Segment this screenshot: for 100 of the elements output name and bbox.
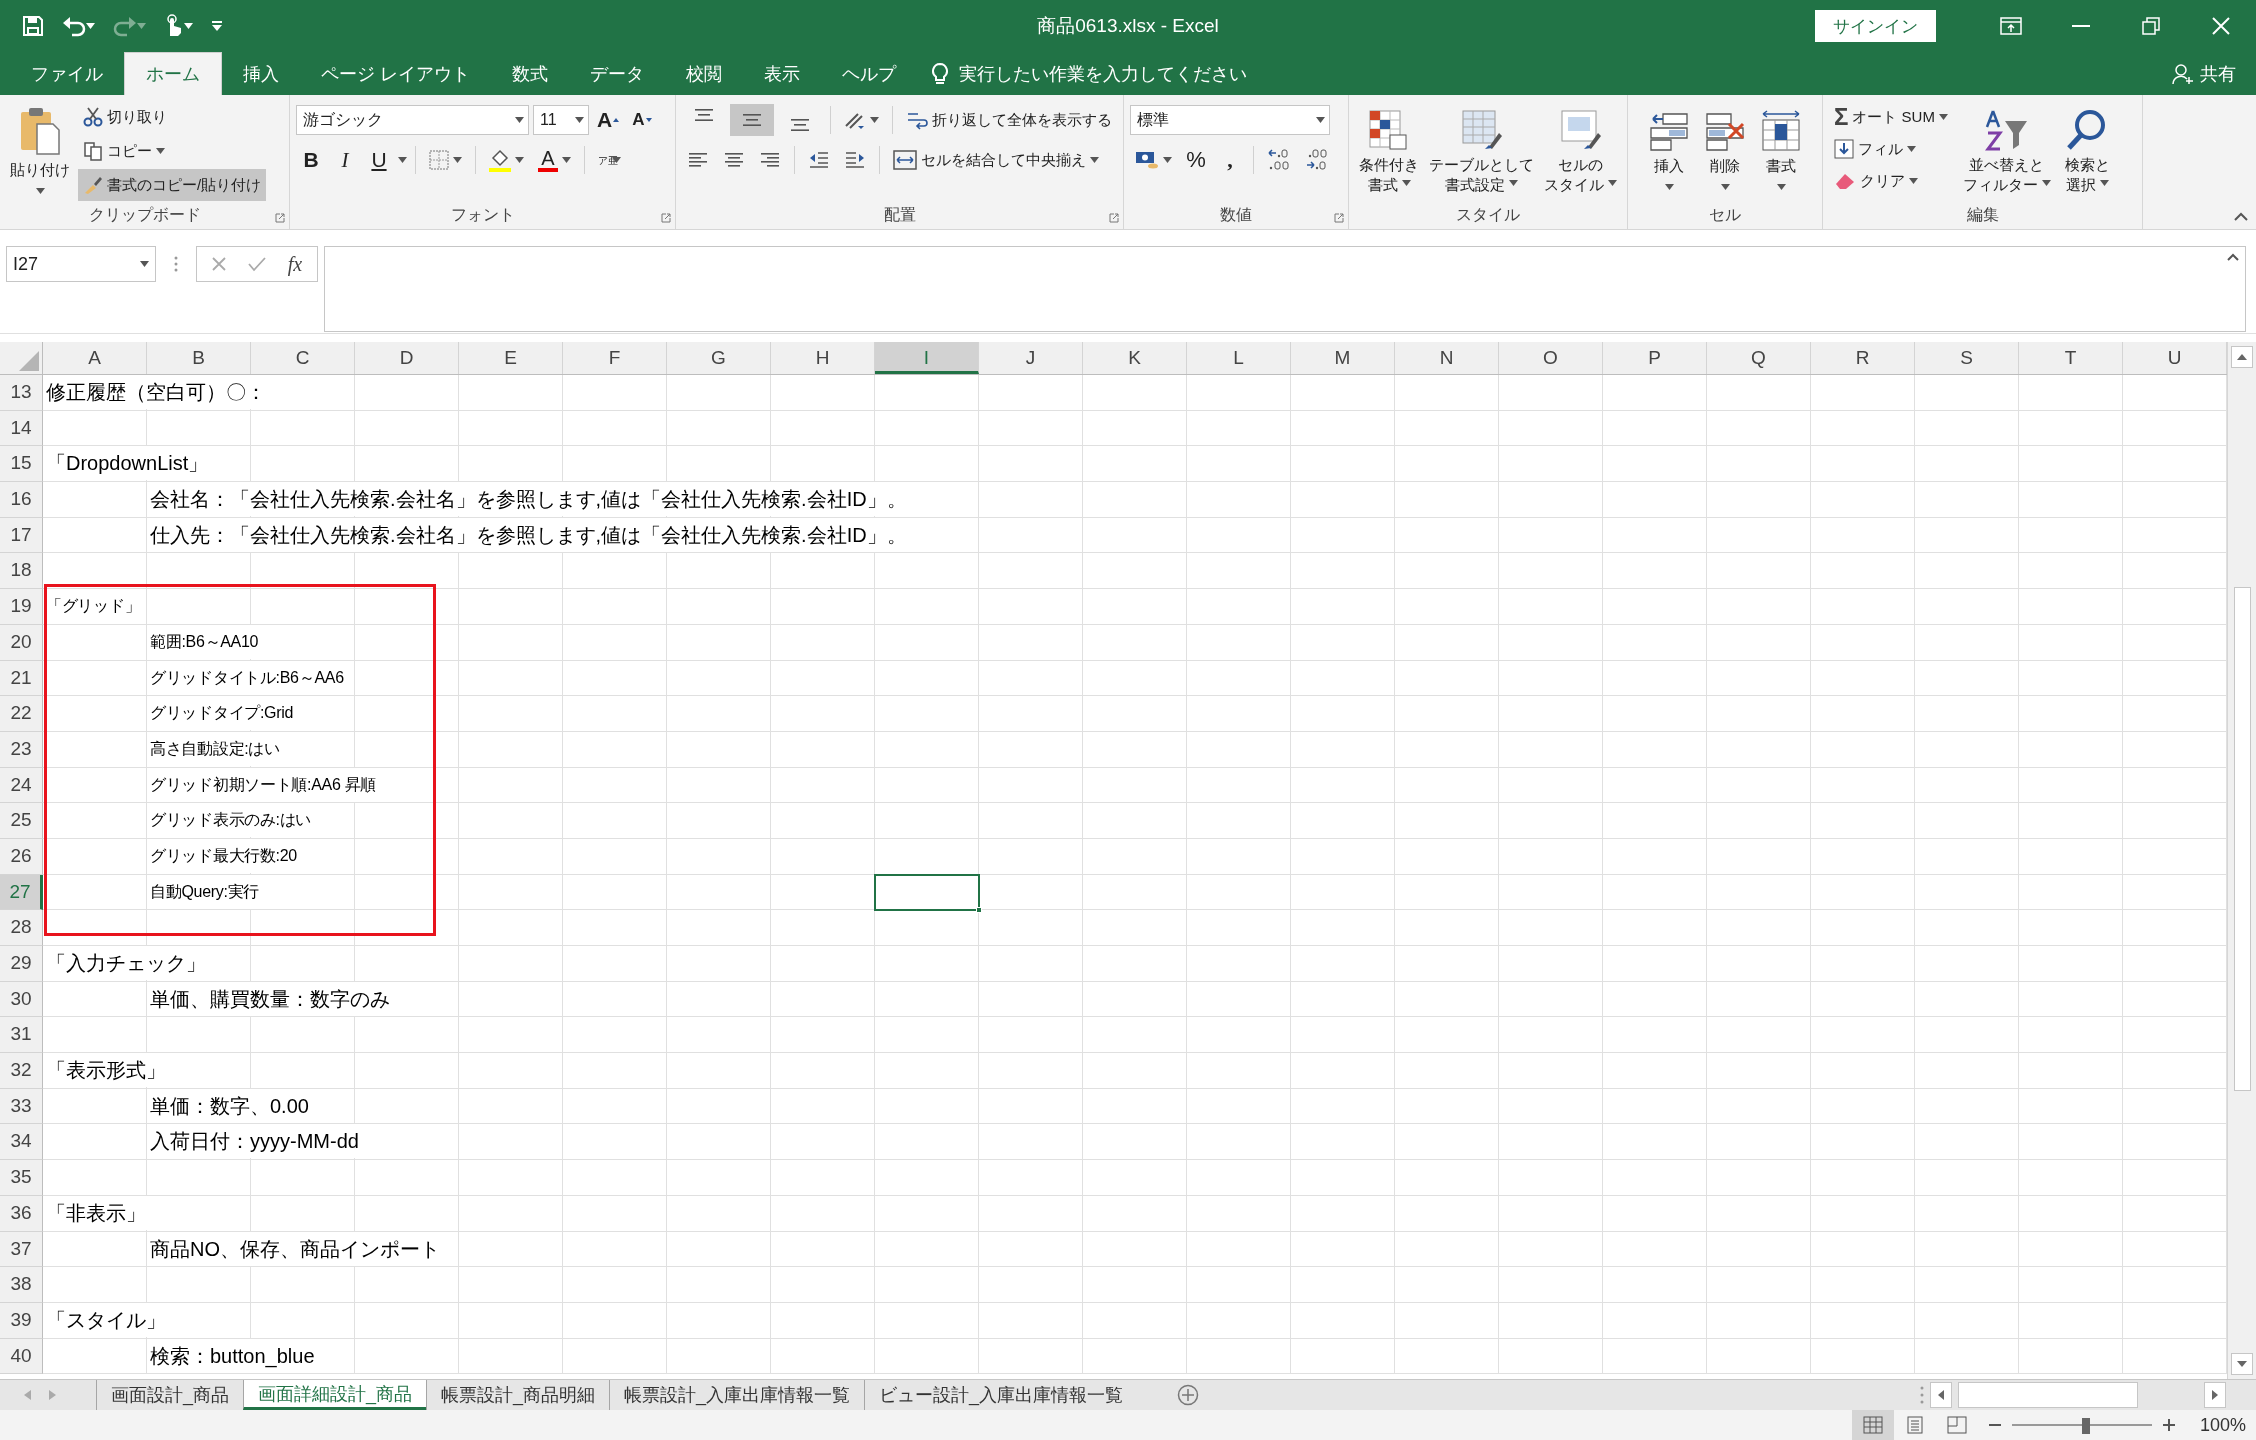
row-header[interactable]: 36	[0, 1195, 43, 1232]
column-header[interactable]: Q	[1707, 342, 1811, 374]
menu-tab[interactable]: 数式	[491, 52, 569, 95]
menu-tab[interactable]: 挿入	[222, 52, 300, 95]
column-header[interactable]: S	[1915, 342, 2019, 374]
font-name-dropdown[interactable]: 游ゴシック	[296, 105, 529, 135]
menu-tab[interactable]: ページ レイアウト	[300, 52, 491, 95]
row-header[interactable]: 24	[0, 767, 43, 804]
dialog-launcher-icon[interactable]	[661, 213, 671, 223]
row-header[interactable]: 23	[0, 731, 43, 768]
splitter-icon[interactable]	[1920, 1385, 1924, 1405]
font-size-dropdown[interactable]: 11	[533, 105, 589, 135]
sort-filter-button[interactable]: 並べ替えと フィルター	[1958, 101, 2055, 203]
row-header[interactable]: 27	[0, 874, 43, 911]
column-header[interactable]: J	[979, 342, 1083, 374]
collapse-ribbon-icon[interactable]	[2234, 212, 2248, 221]
column-header[interactable]: G	[667, 342, 771, 374]
row-header[interactable]: 28	[0, 910, 43, 946]
row-header[interactable]: 17	[0, 517, 43, 554]
scroll-thumb[interactable]	[2233, 587, 2251, 1091]
fill-button[interactable]: フィル	[1829, 133, 1953, 165]
collapse-formula-icon[interactable]	[2227, 253, 2239, 261]
dialog-launcher-icon[interactable]	[1334, 213, 1344, 223]
column-header[interactable]: N	[1395, 342, 1499, 374]
percent-button[interactable]: %	[1181, 144, 1211, 176]
row-header[interactable]: 15	[0, 446, 43, 483]
column-header[interactable]: K	[1083, 342, 1187, 374]
find-select-button[interactable]: 検索と 選択	[2060, 101, 2114, 203]
column-header[interactable]: C	[251, 342, 355, 374]
paste-button[interactable]: 貼り付け	[6, 101, 74, 203]
row-header[interactable]: 22	[0, 696, 43, 732]
row-header[interactable]: 34	[0, 1124, 43, 1161]
row-header[interactable]: 13	[0, 375, 43, 411]
scroll-right-button[interactable]	[2204, 1382, 2226, 1408]
shrink-font-button[interactable]: A	[627, 104, 657, 136]
row-header[interactable]: 35	[0, 1160, 43, 1196]
align-middle-button[interactable]	[730, 104, 774, 136]
row-header[interactable]: 31	[0, 1017, 43, 1054]
sheet-tab[interactable]: 画面詳細設計_商品	[243, 1380, 427, 1410]
row-header[interactable]: 30	[0, 981, 43, 1018]
column-header[interactable]: R	[1811, 342, 1915, 374]
insert-cells-button[interactable]: 挿入	[1645, 101, 1693, 203]
column-header[interactable]: E	[459, 342, 563, 374]
zoom-slider-thumb[interactable]	[2082, 1418, 2091, 1434]
menu-tab[interactable]: ヘルプ	[821, 52, 917, 95]
row-header[interactable]: 29	[0, 946, 43, 982]
formula-input[interactable]	[324, 246, 2246, 332]
horizontal-scroll-thumb[interactable]	[1958, 1382, 2138, 1408]
row-header[interactable]: 32	[0, 1053, 43, 1089]
menu-tab[interactable]: データ	[569, 52, 665, 95]
tell-me-box[interactable]: 実行したい作業を入力してください	[917, 52, 1261, 95]
column-header[interactable]: D	[355, 342, 459, 374]
bold-button[interactable]: B	[296, 144, 326, 176]
font-color-button[interactable]: A	[533, 144, 576, 176]
column-header[interactable]: B	[147, 342, 251, 374]
selected-cell[interactable]	[874, 873, 980, 911]
delete-cells-button[interactable]: 削除	[1701, 101, 1749, 203]
vertical-scrollbar[interactable]	[2227, 342, 2256, 1379]
clear-button[interactable]: クリア	[1829, 165, 1953, 197]
format-as-table-button[interactable]: テーブルとして 書式設定	[1425, 101, 1538, 203]
grow-font-button[interactable]: A	[593, 104, 623, 136]
format-painter-button[interactable]: 書式のコピー/貼り付け	[78, 169, 267, 201]
column-header[interactable]: I	[875, 342, 979, 374]
row-header[interactable]: 18	[0, 553, 43, 590]
underline-button[interactable]: U	[364, 144, 394, 176]
column-header[interactable]: O	[1499, 342, 1603, 374]
scroll-left-button[interactable]	[1930, 1382, 1952, 1408]
scroll-up-button[interactable]	[2231, 346, 2253, 368]
row-header[interactable]: 37	[0, 1231, 43, 1268]
dialog-launcher-icon[interactable]	[1109, 213, 1119, 223]
format-cells-button[interactable]: 書式	[1757, 101, 1805, 203]
cut-button[interactable]: 切り取り	[78, 101, 267, 133]
column-header[interactable]: L	[1187, 342, 1291, 374]
merge-center-button[interactable]: セルを結合して中央揃え	[888, 144, 1104, 176]
menu-tab[interactable]: 校閲	[665, 52, 743, 95]
column-header[interactable]: P	[1603, 342, 1707, 374]
copy-button[interactable]: コピー	[78, 135, 267, 167]
share-button[interactable]: 共有	[2172, 52, 2256, 95]
row-header[interactable]: 16	[0, 482, 43, 518]
menu-tab[interactable]: ホーム	[124, 52, 222, 95]
cell-styles-button[interactable]: セルの スタイル	[1540, 101, 1621, 203]
row-header[interactable]: 26	[0, 838, 43, 875]
name-box[interactable]: I27	[6, 246, 156, 282]
italic-button[interactable]: I	[330, 144, 360, 176]
scroll-down-button[interactable]	[2231, 1353, 2253, 1375]
zoom-level[interactable]: 100%	[2199, 1414, 2246, 1436]
menu-tab[interactable]: ファイル	[10, 52, 124, 95]
row-header[interactable]: 39	[0, 1302, 43, 1339]
row-header[interactable]: 40	[0, 1338, 43, 1375]
row-header[interactable]: 20	[0, 624, 43, 661]
column-header[interactable]: A	[43, 342, 147, 374]
sign-in-button[interactable]: サインイン	[1815, 10, 1936, 42]
column-header[interactable]: M	[1291, 342, 1395, 374]
dialog-launcher-icon[interactable]	[275, 213, 285, 223]
row-header[interactable]: 19	[0, 589, 43, 625]
row-header[interactable]: 38	[0, 1267, 43, 1303]
row-header[interactable]: 14	[0, 410, 43, 447]
number-format-dropdown[interactable]: 標準	[1130, 105, 1330, 135]
new-sheet-icon[interactable]	[1177, 1384, 1200, 1406]
menu-tab[interactable]: 表示	[743, 52, 821, 95]
